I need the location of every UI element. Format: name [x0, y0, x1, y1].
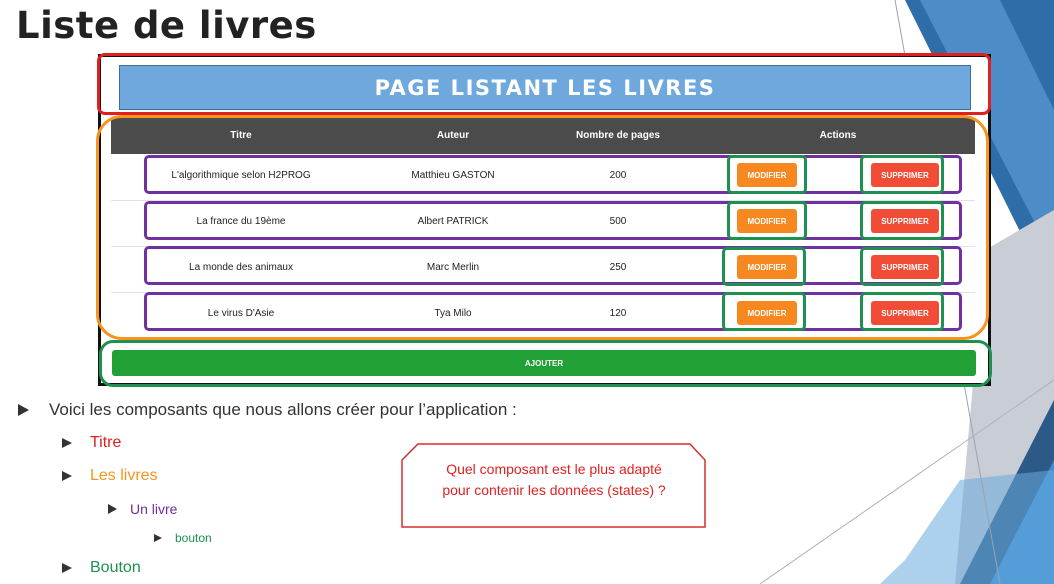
table-row: Le virus D'Asie Tya Milo 120 MODIFIER SU… — [111, 292, 975, 338]
modify-button[interactable]: MODIFIER — [737, 163, 797, 187]
table-header: Titre Auteur Nombre de pages Actions — [111, 118, 975, 154]
bullet-les-livres: Les livres — [62, 466, 158, 486]
table-row: La monde des animaux Marc Merlin 250 MOD… — [111, 246, 975, 293]
table-row: L'algorithmique selon H2PROG Matthieu GA… — [111, 154, 975, 201]
bullet-intro-text: Voici les composants que nous allons cré… — [49, 400, 517, 419]
callout-text: Quel composant est le plus adapté pour c… — [404, 459, 704, 501]
column-pages: Nombre de pages — [576, 130, 660, 141]
bullet-titre: Titre — [62, 433, 121, 453]
modify-button[interactable]: MODIFIER — [737, 301, 797, 325]
delete-button[interactable]: SUPPRIMER — [871, 163, 939, 187]
book-pages: 120 — [609, 308, 627, 319]
book-author: Albert PATRICK — [417, 216, 489, 227]
modify-button[interactable]: MODIFIER — [737, 255, 797, 279]
bullet-arrow-icon — [62, 563, 72, 573]
page-header-title: Page listant les livres — [374, 75, 716, 100]
callout-line-2: pour contenir les données (states) ? — [442, 482, 666, 498]
book-pages: 200 — [609, 170, 627, 181]
book-title: La france du 19ème — [196, 216, 286, 227]
bullet-bouton: Bouton — [62, 558, 141, 578]
bullet-arrow-icon — [154, 534, 162, 542]
delete-button[interactable]: SUPPRIMER — [871, 301, 939, 325]
table-row: La france du 19ème Albert PATRICK 500 MO… — [111, 200, 975, 247]
bullet-les-livres-text: Les livres — [90, 467, 158, 484]
book-title: La monde des animaux — [189, 262, 293, 273]
book-pages: 250 — [609, 262, 627, 273]
delete-button[interactable]: SUPPRIMER — [871, 255, 939, 279]
page-header: Page listant les livres — [119, 65, 971, 110]
book-author: Tya Milo — [434, 308, 472, 319]
bullet-bouton-small: bouton — [154, 530, 212, 546]
column-auteur: Auteur — [436, 130, 470, 141]
book-title: L'algorithmique selon H2PROG — [171, 170, 311, 181]
bullet-arrow-icon — [18, 404, 29, 416]
bullet-arrow-icon — [62, 471, 72, 481]
bullet-un-livre-text: Un livre — [130, 501, 178, 517]
bullet-bouton-small-text: bouton — [175, 531, 212, 545]
book-pages: 500 — [609, 216, 627, 227]
column-actions: Actions — [819, 130, 857, 141]
column-titre: Titre — [230, 130, 252, 141]
bullet-un-livre: Un livre — [108, 500, 177, 518]
add-button[interactable]: AJOUTER — [112, 350, 976, 376]
bullet-bouton-text: Bouton — [90, 559, 141, 576]
bullet-intro: Voici les composants que nous allons cré… — [18, 400, 517, 420]
delete-button[interactable]: SUPPRIMER — [871, 209, 939, 233]
book-author: Marc Merlin — [426, 262, 480, 273]
app-screenshot: Page listant les livres Titre Auteur Nom… — [98, 54, 991, 386]
slide-title: Liste de livres — [16, 4, 317, 47]
bullet-arrow-icon — [62, 438, 72, 448]
book-title: Le virus D'Asie — [207, 308, 275, 319]
bullet-titre-text: Titre — [90, 434, 122, 451]
book-author: Matthieu GASTON — [411, 170, 495, 181]
modify-button[interactable]: MODIFIER — [737, 209, 797, 233]
callout-line-1: Quel composant est le plus adapté — [446, 461, 662, 477]
bullet-arrow-icon — [108, 504, 117, 514]
